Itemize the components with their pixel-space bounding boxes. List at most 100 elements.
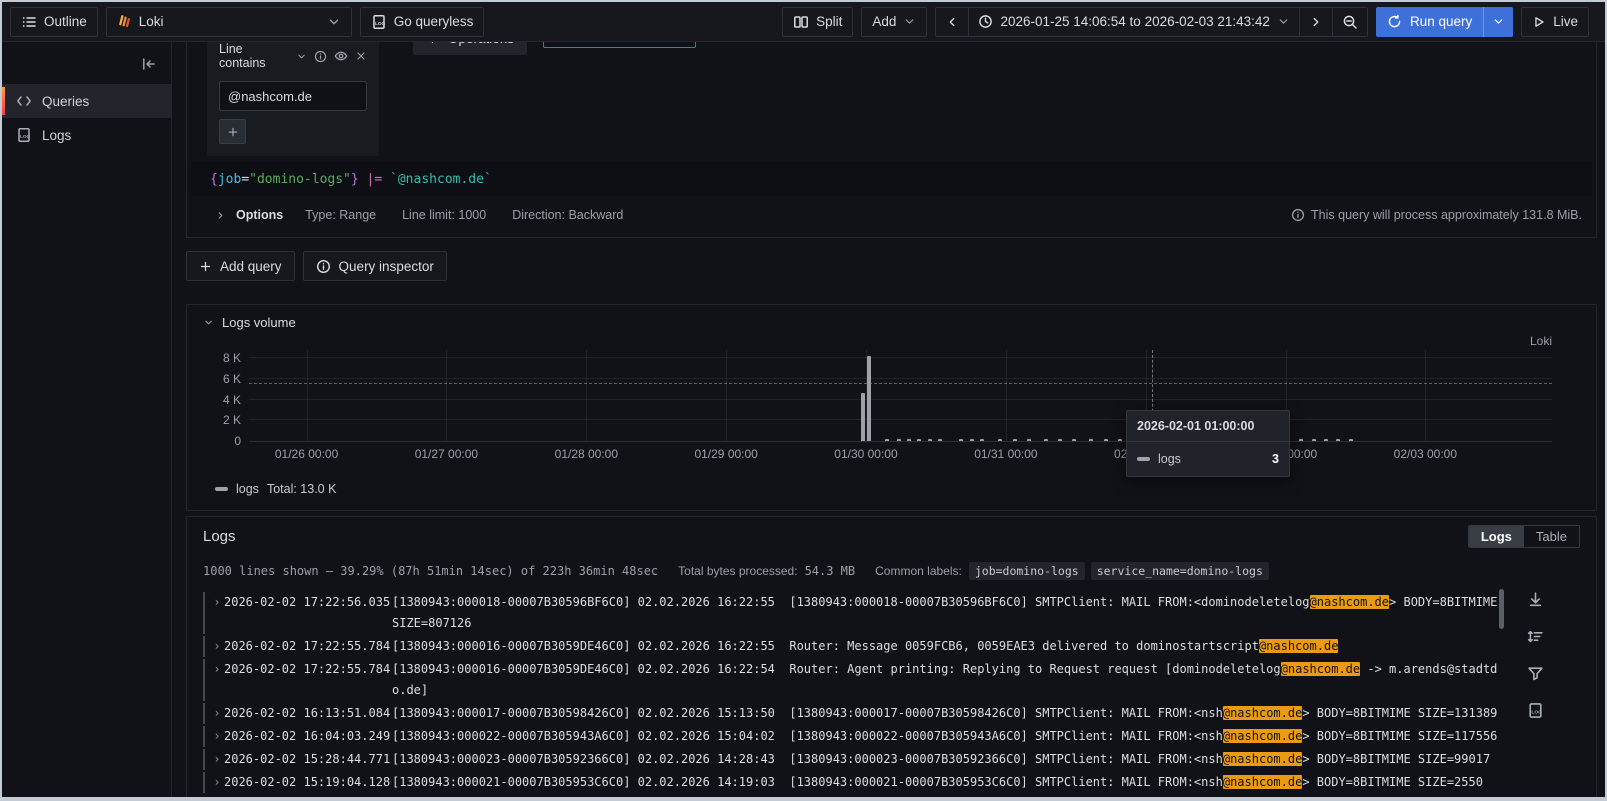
h-gridline [249,377,1552,379]
tooltip-series-label: logs [1158,452,1181,466]
log-volume-bar [1299,438,1304,441]
log-volume-bar [1072,438,1077,441]
code-token: `@nashcom.de` [390,171,492,187]
plus-icon [426,42,439,45]
search-match-highlight: @nashcom.de [1222,775,1303,789]
time-shift-forward-button[interactable] [1298,6,1333,37]
chevron-right-icon[interactable] [215,210,226,221]
info-icon [1291,208,1305,222]
refresh-icon [1387,14,1402,29]
logs-volume-chart[interactable]: Loki 0 2 K 4 K 6 K 8 K 01/26 00:00 01/27 00:00… [203,332,1580,468]
logs-meta-row: 1000 lines shown — 39.29% (87h 51min 14s… [203,562,1580,580]
outline-button[interactable]: Outline [10,6,98,37]
close-icon[interactable] [355,50,367,62]
add-value-button[interactable] [219,119,246,144]
add-query-button[interactable]: Add query [186,251,295,281]
log-row[interactable]: › 2026-02-02 17:22:55.784 [1380943:000016-… [203,659,1580,701]
query-options-row: Options Type: Range Line limit: 1000 Dir… [187,196,1596,234]
expand-log-row-icon[interactable]: › [210,592,224,634]
log-volume-bar [1323,439,1328,441]
log-row[interactable]: › 2026-02-02 17:22:55.784 [1380943:000016-… [203,636,1580,657]
log-volume-bar [1118,439,1123,441]
option-type: Type: Range [305,208,377,222]
add-dropdown-button[interactable]: Add [861,6,928,37]
zoom-out-time-button[interactable] [1331,6,1368,37]
datasource-picker[interactable]: Loki [105,6,352,37]
line-contains-value-input[interactable] [219,81,367,111]
h-gridline [249,419,1552,421]
eye-icon[interactable] [334,49,348,63]
expand-log-row-icon[interactable]: › [210,772,224,793]
lines-shown-summary: 1000 lines shown — 39.29% (87h 51min 14s… [203,564,659,578]
log-volume-bar [867,356,872,441]
log-row[interactable]: › 2026-02-02 15:19:04.128 [1380943:000021-… [203,772,1580,793]
log-row[interactable]: › 2026-02-02 16:04:03.249 [1380943:000022-… [203,726,1580,747]
toggle-table[interactable]: Table [1524,526,1579,547]
run-query-interval-dropdown[interactable] [1483,6,1514,37]
options-toggle[interactable]: Options [236,208,283,222]
expand-log-row-icon[interactable]: › [210,659,224,701]
live-button[interactable]: Live [1521,6,1589,37]
log-text: > BODY=8BITMIME SIZE=2550 [1302,775,1483,789]
chart-legend[interactable]: logs Total: 13.0 K [215,482,1580,496]
log-text: [1380943:000018-00007B30596BF6C0] 02.02.… [392,595,1310,609]
log-row[interactable]: › 2026-02-02 16:13:51.084 [1380943:000017-… [203,703,1580,724]
hint-add-logfmt-parser-button[interactable]: hint: add logfmt parser [543,42,697,48]
search-match-highlight: @nashcom.de [1222,706,1303,720]
sidebar-item-queries[interactable]: Queries [2,84,171,118]
operation-title: Line contains [219,42,266,70]
x-axis-tick-label: 01/26 00:00 [274,447,339,461]
loki-logo-icon [117,14,132,29]
expand-log-row-icon[interactable]: › [210,749,224,770]
plus-icon [199,260,212,273]
time-range-button[interactable]: 2026-01-25 14:06:54 to 2026-02-03 21:43:… [968,6,1300,37]
code-token: |= [366,171,383,187]
chevron-down-icon[interactable] [296,51,307,62]
x-axis-tick-label: 01/30 00:00 [834,447,898,461]
log-volume-bar [1012,438,1017,441]
log-text: [1380943:000022-00007B305943A6C0] 02.02.… [392,729,1223,743]
log-message: [1380943:000023-00007B30592366C0] 02.02.… [392,749,1505,770]
run-query-button[interactable]: Run query [1375,6,1484,37]
log-timestamp: 2026-02-02 17:22:55.784 [224,662,391,676]
sort-order-icon[interactable] [1527,628,1544,645]
code-token: } [350,171,359,187]
log-volume-bar [998,439,1003,441]
logql-query-code[interactable]: {job="domino-logs"} |= `@nashcom.de` [191,162,1592,196]
log-row[interactable]: › 2026-02-02 17:22:56.035 [1380943:000018-… [203,592,1580,634]
v-gridline [1005,350,1007,441]
logs-controls: LOG [1527,591,1544,719]
info-icon[interactable] [314,50,327,63]
query-inspector-button[interactable]: Query inspector [302,251,447,281]
logs-view-toggle: Logs Table [1467,525,1580,548]
legend-series-label: logs [236,482,259,496]
search-match-highlight: @nashcom.de [1280,662,1361,676]
log-level-bar [203,772,205,793]
log-context-icon[interactable]: LOG [1527,702,1544,719]
log-level-bar [203,726,205,747]
collapse-section-icon[interactable] [203,317,214,328]
split-button[interactable]: Split [782,6,854,37]
expand-log-row-icon[interactable]: › [210,703,224,724]
collapse-sidebar-icon[interactable] [141,56,157,72]
toggle-logs[interactable]: Logs [1468,526,1524,547]
expand-log-row-icon[interactable]: › [210,726,224,747]
log-file-icon: LOG [371,14,387,30]
filter-icon[interactable] [1527,665,1544,682]
x-axis-tick-label: 01/31 00:00 [974,447,1038,461]
zoom-out-icon [1342,14,1358,30]
log-row[interactable]: › 2026-02-02 15:28:44.771 [1380943:000023-… [203,749,1580,770]
search-match-highlight: @nashcom.de [1309,595,1390,609]
time-shift-back-button[interactable] [935,6,970,37]
operations-button[interactable]: Operations [413,42,528,55]
query-size-estimate: This query will process approximately 13… [1291,208,1582,222]
expand-log-row-icon[interactable]: › [210,636,224,657]
outline-list-icon [21,14,37,30]
info-icon [316,259,331,274]
go-queryless-button[interactable]: LOG Go queryless [359,6,485,37]
sidebar-item-logs[interactable]: LOG Logs [2,118,171,152]
logs-scrollbar[interactable] [1499,589,1504,629]
log-volume-bar [861,393,866,441]
scroll-to-bottom-icon[interactable] [1527,591,1544,608]
logs-volume-plot[interactable]: 0 2 K 4 K 6 K 8 K 01/26 00:00 01/27 00:00 01/28… [223,350,1552,461]
